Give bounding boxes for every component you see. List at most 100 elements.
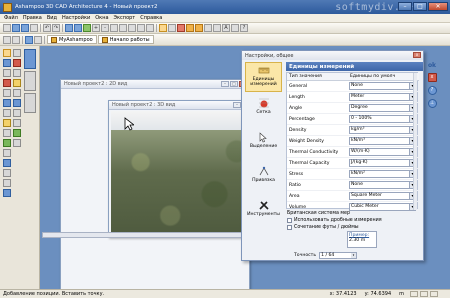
delete-tool-icon[interactable] [13, 59, 21, 67]
plant-tool-icon[interactable] [13, 129, 21, 137]
unit-select[interactable]: Square Meter▾ [349, 192, 416, 200]
beam-tool-icon[interactable] [3, 89, 11, 97]
category-units[interactable]: Единицы измерений [245, 62, 282, 92]
checkbox-box[interactable] [287, 218, 292, 223]
zoom-in-icon[interactable]: + [92, 24, 100, 32]
unit-select[interactable]: Meter▾ [349, 93, 416, 101]
line-tool-icon[interactable] [3, 169, 11, 177]
grid-toggle-icon[interactable] [3, 35, 11, 44]
snap-toggle-icon[interactable] [12, 35, 20, 44]
select-tool-icon[interactable] [159, 24, 167, 32]
properties-panel-icon[interactable] [24, 71, 36, 91]
fractional-checkbox[interactable]: Использовать дробные измерения [287, 218, 421, 223]
properties-icon[interactable] [34, 35, 42, 44]
delete-icon[interactable] [177, 24, 185, 32]
door-icon[interactable] [186, 24, 194, 32]
chevron-down-icon[interactable]: ▾ [351, 253, 357, 258]
table-scrollbar[interactable] [413, 73, 417, 210]
category-tools[interactable]: Инструменты [245, 198, 282, 228]
light-tool-icon[interactable] [13, 79, 21, 87]
window-minimize-button[interactable]: – [233, 102, 241, 108]
save-icon[interactable] [21, 24, 29, 32]
menu-export[interactable]: Экспорт [114, 15, 136, 21]
view-3d-icon[interactable] [74, 24, 82, 32]
tab-myashampoo[interactable]: MyAshampoo [47, 35, 97, 44]
unit-select[interactable]: None▾ [349, 181, 416, 189]
category-snap[interactable]: Привязка [245, 164, 282, 194]
new-file-icon[interactable] [3, 24, 11, 32]
camera-icon[interactable] [146, 24, 154, 32]
menu-windows[interactable]: Окна [95, 15, 108, 21]
unit-select[interactable]: kg/m³▾ [349, 126, 416, 134]
text-icon[interactable]: A [222, 24, 230, 32]
column-tool-icon[interactable] [3, 79, 11, 87]
symbol-tool-icon[interactable] [3, 179, 11, 187]
category-selection[interactable]: Выделение [245, 130, 282, 160]
terrain-icon[interactable] [83, 24, 91, 32]
pan-icon[interactable] [119, 24, 127, 32]
close-button[interactable]: ✕ [428, 2, 448, 11]
tab-getting-started[interactable]: Начало работы [97, 35, 154, 44]
room-tool-icon[interactable] [3, 69, 11, 77]
window-icon[interactable] [195, 24, 203, 32]
rotate-tool-icon[interactable] [13, 89, 21, 97]
window-maximize-button[interactable]: □ [230, 81, 238, 87]
text-tool-icon[interactable] [3, 159, 11, 167]
roof-icon[interactable] [213, 24, 221, 32]
unit-select[interactable]: Cubic Meter▾ [349, 203, 416, 211]
menu-edit[interactable]: Правка [23, 15, 42, 21]
pin-icon[interactable]: ⊥ [427, 99, 437, 108]
mirror-tool-icon[interactable] [13, 109, 21, 117]
dimension-tool-icon[interactable] [3, 149, 11, 157]
maximize-button[interactable]: □ [413, 2, 427, 11]
cancel-icon[interactable]: x [427, 73, 437, 82]
zoom-tool-icon[interactable] [13, 49, 21, 57]
move-tool-icon[interactable] [13, 69, 21, 77]
dimension-icon[interactable] [231, 24, 239, 32]
unit-select[interactable]: kN/m³▾ [349, 137, 416, 145]
menu-settings[interactable]: Настройки [62, 15, 90, 21]
unit-select[interactable]: kN/m²▾ [349, 170, 416, 178]
help-icon[interactable]: ? [427, 86, 437, 95]
terrain-tool-icon[interactable] [3, 139, 11, 147]
unit-select[interactable]: J/(kg·K)▾ [349, 159, 416, 167]
info-icon[interactable]: ? [240, 24, 248, 32]
wall-tool-icon[interactable] [168, 24, 176, 32]
view-2d-icon[interactable] [65, 24, 73, 32]
precision-select[interactable]: 1 / 64 ▾ [319, 252, 358, 259]
catalog-panel-icon[interactable] [24, 49, 36, 69]
zoom-fit-icon[interactable] [110, 24, 118, 32]
stair-tool-icon[interactable] [3, 119, 11, 127]
unit-select[interactable]: Degree▾ [349, 104, 416, 112]
undo-icon[interactable]: ↶ [43, 24, 51, 32]
minimize-button[interactable]: – [398, 2, 412, 11]
measure-icon[interactable] [128, 24, 136, 32]
roof-tool-icon[interactable] [3, 129, 11, 137]
measure-tool-icon[interactable] [13, 119, 21, 127]
window-tool-icon[interactable] [3, 99, 11, 107]
copy-tool-icon[interactable] [13, 99, 21, 107]
zoom-out-icon[interactable]: - [101, 24, 109, 32]
dialog-close-button[interactable]: x [413, 52, 421, 58]
redo-icon[interactable]: ↷ [52, 24, 60, 32]
unit-select[interactable]: 0 - 100%▾ [349, 115, 416, 123]
layer-icon[interactable] [137, 24, 145, 32]
menu-view[interactable]: Вид [47, 15, 57, 21]
category-grid[interactable]: Сетка [245, 96, 282, 126]
print-icon[interactable] [30, 24, 38, 32]
open-file-icon[interactable] [12, 24, 20, 32]
door-tool-icon[interactable] [3, 109, 11, 117]
unit-select[interactable]: None▾ [349, 82, 416, 90]
layer-tool-icon[interactable] [13, 139, 21, 147]
stairs-icon[interactable] [204, 24, 212, 32]
window-minimize-button[interactable]: – [221, 81, 229, 87]
menu-help[interactable]: Справка [140, 15, 162, 21]
feet-inches-checkbox[interactable]: Сочетание футы / дюймы [287, 225, 421, 230]
horizontal-scrollbar[interactable] [42, 232, 244, 238]
pointer-tool-icon[interactable] [3, 49, 11, 57]
checkbox-box[interactable] [287, 225, 292, 230]
wall-tool-icon[interactable] [3, 59, 11, 67]
camera-tool-icon[interactable] [3, 189, 11, 197]
materials-panel-icon[interactable] [24, 93, 36, 113]
ok-button[interactable]: ok [428, 62, 436, 69]
